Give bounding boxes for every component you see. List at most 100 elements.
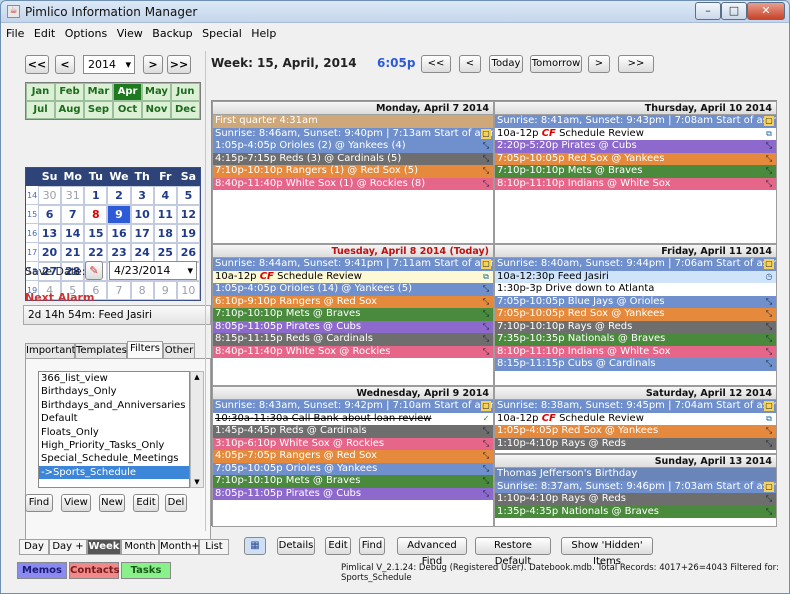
minimize-button[interactable]: – bbox=[695, 2, 721, 20]
calendar-day[interactable]: 20 bbox=[38, 243, 62, 262]
filter-item[interactable]: 366_list_view bbox=[39, 372, 189, 385]
calendar-event[interactable]: Sunrise: 8:38am, Sunset: 9:45pm | 7:04am… bbox=[495, 400, 776, 413]
calendar-day[interactable]: 5 bbox=[176, 186, 200, 205]
calendar-day[interactable]: 11 bbox=[153, 205, 177, 224]
filter-list[interactable]: 366_list_view Birthdays_Only Birthdays_a… bbox=[38, 371, 190, 488]
filter-item[interactable]: Birthdays_Only bbox=[39, 385, 189, 398]
scroll-down-icon[interactable]: ▼ bbox=[191, 477, 203, 487]
day-header[interactable]: Sunday, April 13 2014 bbox=[495, 455, 776, 468]
calendar-day[interactable]: 14 bbox=[61, 224, 85, 243]
day-thursday[interactable]: Thursday, April 10 2014 Sunrise: 8:41am, … bbox=[494, 101, 777, 244]
calendar-event[interactable]: 1:05p-4:05p Orioles (2) @ Yankees (4) ⤡ bbox=[213, 140, 493, 153]
calendar-event[interactable]: 8:40p-11:40p White Sox @ Rockies ⤡ bbox=[213, 345, 493, 358]
week-number[interactable]: 17 bbox=[26, 243, 38, 262]
calendar-day[interactable]: 8 bbox=[84, 205, 108, 224]
day-wednesday[interactable]: Wednesday, April 9 2014 Sunrise: 8:43am, … bbox=[212, 386, 494, 527]
filter-item[interactable]: Birthdays_and_Anniversaries bbox=[39, 399, 189, 412]
calendar-event[interactable]: 7:05p-10:05p Red Sox @ Yankees ⤡ bbox=[495, 152, 776, 165]
month-jan[interactable]: Jan bbox=[26, 83, 55, 101]
calendar-event[interactable]: 3:10p-6:10p White Sox @ Rockies ⤡ bbox=[213, 437, 493, 450]
calendar-event[interactable]: 10a-12p CF Schedule Review ⧉ bbox=[495, 412, 776, 425]
calendar-event[interactable]: Sunrise: 8:40am, Sunset: 9:44pm | 7:06am… bbox=[495, 258, 776, 271]
calendar-day[interactable]: 9 bbox=[107, 205, 131, 224]
filter-item-selected[interactable]: ->Sports_Schedule bbox=[39, 465, 189, 480]
tab-other[interactable]: Other bbox=[163, 343, 195, 359]
month-feb[interactable]: Feb bbox=[55, 83, 84, 101]
view-week[interactable]: Week bbox=[87, 539, 121, 555]
tomorrow-button[interactable]: Tomorrow bbox=[530, 55, 582, 73]
tasks-tab[interactable]: Tasks bbox=[121, 562, 171, 579]
calendar-event[interactable]: Thomas Jefferson's Birthday bbox=[495, 468, 776, 481]
calendar-event[interactable]: 8:10p-11:10p Indians @ White Sox ⤡ bbox=[495, 177, 776, 190]
calendar-day[interactable]: 2 bbox=[107, 186, 131, 205]
close-button[interactable]: ✕ bbox=[747, 2, 785, 20]
tab-filters[interactable]: Filters bbox=[127, 341, 163, 359]
prev-week-button[interactable]: < bbox=[459, 55, 481, 73]
edit-button[interactable]: Edit bbox=[325, 537, 351, 555]
view-day[interactable]: Day bbox=[19, 539, 49, 555]
calendar-day[interactable]: 30 bbox=[38, 186, 62, 205]
calendar-event[interactable]: 7:10p-10:10p Rangers (1) @ Red Sox (5) ⤡ bbox=[213, 165, 493, 178]
calendar-day[interactable]: 4 bbox=[153, 186, 177, 205]
calendar-day[interactable]: 7 bbox=[107, 281, 131, 300]
calendar-event[interactable]: Sunrise: 8:46am, Sunset: 9:40pm | 7:13am… bbox=[213, 127, 493, 140]
calendar-event[interactable]: 7:35p-10:35p Nationals @ Braves ⤡ bbox=[495, 333, 776, 346]
day-header[interactable]: Saturday, April 12 2014 bbox=[495, 387, 776, 400]
pin-icon[interactable]: ✎ bbox=[85, 261, 103, 280]
calendar-event[interactable]: 8:10p-11:10p Indians @ White Sox ⤡ bbox=[495, 345, 776, 358]
day-sunday[interactable]: Sunday, April 13 2014 Thomas Jefferson's … bbox=[494, 454, 777, 527]
day-header[interactable]: Monday, April 7 2014 bbox=[213, 102, 493, 115]
calendar-day[interactable]: 16 bbox=[107, 224, 131, 243]
calendar-event[interactable]: 8:05p-11:05p Pirates @ Cubs ⤡ bbox=[213, 487, 493, 500]
filter-item[interactable]: High_Priority_Tasks_Only bbox=[39, 439, 189, 452]
view-month[interactable]: Month bbox=[121, 539, 159, 555]
calendar-day[interactable]: 6 bbox=[38, 205, 62, 224]
calendar-event[interactable]: 1:30p-3p Drive down to Atlanta bbox=[495, 283, 776, 296]
month-aug[interactable]: Aug bbox=[55, 101, 84, 119]
day-saturday[interactable]: Saturday, April 12 2014 Sunrise: 8:38am, … bbox=[494, 386, 777, 454]
calendar-day[interactable]: 8 bbox=[130, 281, 154, 300]
restore-default-button[interactable]: Restore Default bbox=[475, 537, 551, 567]
calendar-event[interactable]: 10a-12p CF Schedule Review ⧉ bbox=[495, 127, 776, 140]
menu-backup[interactable]: Backup bbox=[149, 25, 195, 42]
tab-important[interactable]: Important bbox=[25, 343, 76, 359]
month-apr[interactable]: Apr bbox=[113, 83, 142, 101]
filter-item[interactable]: Default bbox=[39, 412, 189, 425]
menu-edit[interactable]: Edit bbox=[31, 25, 58, 42]
calendar-day[interactable]: 1 bbox=[84, 186, 108, 205]
prev-year-button[interactable]: << bbox=[25, 55, 49, 74]
month-dec[interactable]: Dec bbox=[171, 101, 200, 119]
filter-item[interactable]: Floats_Only bbox=[39, 426, 189, 439]
calendar-day[interactable]: 24 bbox=[130, 243, 154, 262]
week-number[interactable]: 16 bbox=[26, 224, 38, 243]
maximize-button[interactable]: □ bbox=[721, 2, 747, 20]
calendar-day[interactable]: 21 bbox=[61, 243, 85, 262]
next-month-button[interactable]: > bbox=[143, 55, 163, 74]
day-monday[interactable]: Monday, April 7 2014 First quarter 4:31am… bbox=[212, 101, 494, 244]
next-alarm-button[interactable]: 2d 14h 54m: Feed Jasiri bbox=[23, 305, 211, 325]
day-friday[interactable]: Friday, April 11 2014 Sunrise: 8:40am, Su… bbox=[494, 244, 777, 386]
calendar-event[interactable]: 7:05p-10:05p Red Sox @ Yankees ⤡ bbox=[495, 308, 776, 321]
scroll-up-icon[interactable]: ▲ bbox=[191, 372, 203, 382]
advanced-find-button[interactable]: Advanced Find bbox=[397, 537, 467, 567]
view-day-plus[interactable]: Day + bbox=[49, 539, 87, 555]
calendar-event[interactable]: 1:35p-4:35p Nationals @ Braves ⤡ bbox=[495, 505, 776, 518]
filter-scrollbar[interactable]: ▲ ▼ bbox=[190, 371, 204, 488]
calendar-event[interactable]: 1:10p-4:10p Rays @ Reds ⤡ bbox=[495, 493, 776, 506]
calendar-day[interactable]: 10 bbox=[130, 205, 154, 224]
calendar-event[interactable]: Sunrise: 8:41am, Sunset: 9:43pm | 7:08am… bbox=[495, 115, 776, 128]
calendar-icon[interactable]: ▦ bbox=[244, 537, 266, 555]
menu-file[interactable]: File bbox=[3, 25, 27, 42]
year-select[interactable]: 2014 ▾ bbox=[83, 55, 135, 74]
month-may[interactable]: May bbox=[142, 83, 171, 101]
calendar-event[interactable]: 2:20p-5:20p Pirates @ Cubs ⤡ bbox=[495, 140, 776, 153]
week-number[interactable]: 15 bbox=[26, 205, 38, 224]
calendar-event[interactable]: 10:30a-11:30a Call Bank about loan revie… bbox=[213, 412, 493, 425]
calendar-event[interactable]: 7:10p-10:10p Mets @ Braves ⤡ bbox=[213, 475, 493, 488]
calendar-event[interactable]: Sunrise: 8:37am, Sunset: 9:46pm | 7:03am… bbox=[495, 480, 776, 493]
filter-view-button[interactable]: View bbox=[61, 494, 91, 512]
menu-special[interactable]: Special bbox=[199, 25, 245, 42]
calendar-day[interactable]: 13 bbox=[38, 224, 62, 243]
calendar-event[interactable]: 8:05p-11:05p Pirates @ Cubs ⤡ bbox=[213, 320, 493, 333]
day-tuesday[interactable]: Tuesday, April 8 2014 (Today) Sunrise: 8:… bbox=[212, 244, 494, 386]
